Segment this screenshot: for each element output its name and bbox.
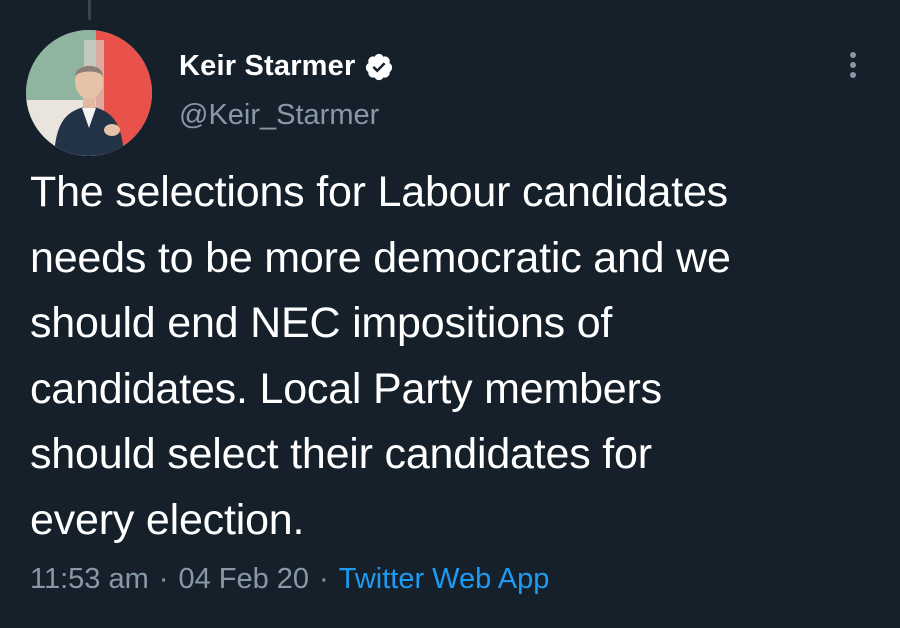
author-display-name[interactable]: Keir Starmer bbox=[179, 50, 356, 83]
avatar-photo-icon bbox=[26, 30, 152, 156]
author-name-row: Keir Starmer bbox=[179, 50, 394, 83]
meta-separator: · bbox=[319, 563, 329, 595]
more-dot bbox=[850, 72, 856, 78]
verified-badge-icon bbox=[365, 53, 392, 80]
more-dot bbox=[850, 62, 856, 68]
more-options-icon[interactable] bbox=[838, 48, 868, 88]
tweet-source-link[interactable]: Twitter Web App bbox=[339, 563, 550, 596]
more-dot bbox=[850, 52, 856, 58]
thread-connector-line bbox=[88, 0, 91, 20]
meta-separator: · bbox=[158, 563, 169, 595]
tweet-time[interactable]: 11:53 am bbox=[30, 563, 149, 596]
tweet-date[interactable]: 04 Feb 20 bbox=[178, 563, 309, 596]
tweet-text: The selections for Labour candidates nee… bbox=[30, 168, 731, 544]
tweet-meta: 11:53 am · 04 Feb 20 · Twitter Web App bbox=[30, 563, 549, 596]
avatar[interactable] bbox=[26, 30, 152, 156]
author-handle[interactable]: @Keir_Starmer bbox=[179, 99, 379, 132]
